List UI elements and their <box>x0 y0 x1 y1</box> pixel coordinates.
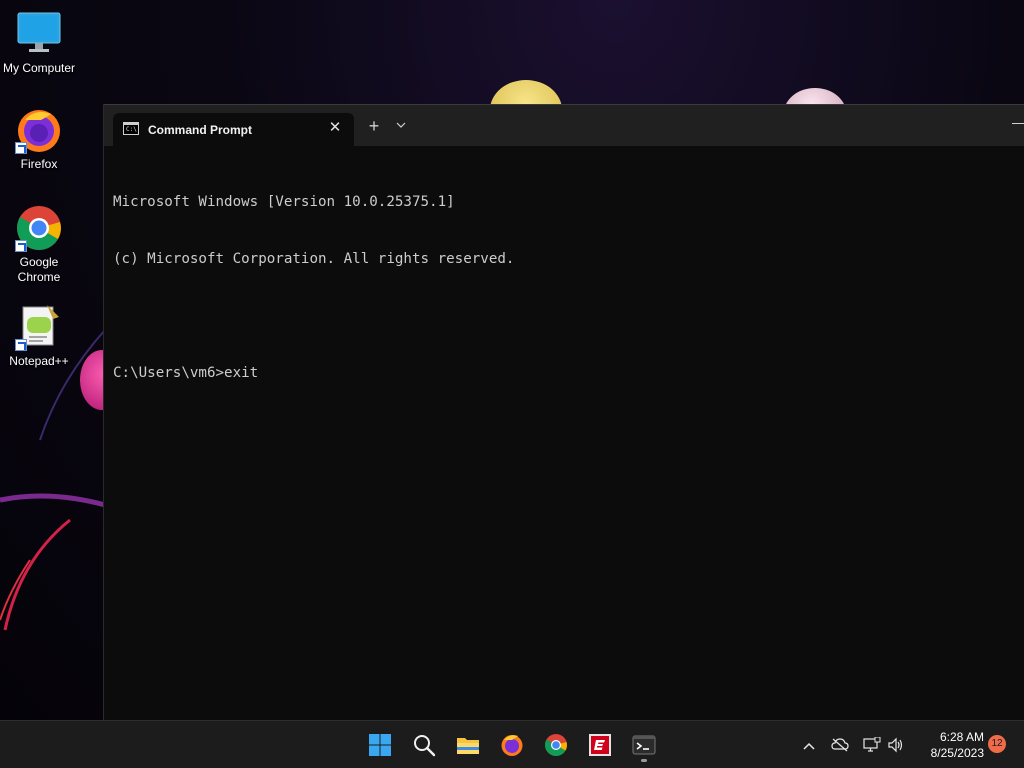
desktop-icon-label: My Computer <box>2 61 76 75</box>
desktop-icon-my-computer[interactable]: My Computer <box>0 10 78 76</box>
firefox-taskbar-button[interactable] <box>496 729 528 761</box>
desktop-icon-firefox[interactable]: Firefox <box>0 106 78 172</box>
firefox-icon <box>501 735 523 756</box>
notepad-plus-plus-icon <box>15 303 63 351</box>
show-hidden-icons-button[interactable] <box>799 735 819 755</box>
tab-dropdown-button[interactable] <box>394 119 408 133</box>
console-prompt-line: C:\Users\vm6>exit <box>113 365 259 381</box>
chrome-taskbar-button[interactable] <box>540 729 572 761</box>
close-tab-icon[interactable]: ✕ <box>326 119 344 137</box>
terminal-icon <box>632 735 656 755</box>
volume-icon[interactable] <box>886 735 906 755</box>
firefox-icon <box>15 106 63 154</box>
search-button[interactable] <box>408 729 440 761</box>
network-icon[interactable] <box>862 735 882 755</box>
windows-start-icon <box>369 734 391 756</box>
desktop-icon-google-chrome[interactable]: Google Chrome <box>0 204 78 285</box>
desktop-icon-notepad-plus-plus[interactable]: Notepad++ <box>0 303 78 369</box>
espn-icon <box>589 734 611 756</box>
terminal-titlebar[interactable]: C:\ Command Prompt ✕ + <box>104 105 1024 146</box>
minimize-button[interactable] <box>1012 123 1024 124</box>
terminal-window[interactable]: C:\ Command Prompt ✕ + Microsoft Windows… <box>103 104 1024 720</box>
file-explorer-button[interactable] <box>452 729 484 761</box>
taskbar: 6:28 AM 8/25/2023 <box>0 720 1024 768</box>
desktop-icon-label: Google Chrome <box>17 255 61 284</box>
notification-count-badge[interactable]: 12 <box>988 735 1006 753</box>
chevron-down-icon <box>396 122 406 128</box>
new-tab-button[interactable]: + <box>364 117 384 137</box>
chevron-up-icon <box>803 742 815 750</box>
start-button[interactable] <box>364 729 396 761</box>
console-output[interactable]: Microsoft Windows [Version 10.0.25375.1]… <box>104 146 1024 421</box>
clock[interactable]: 6:28 AM 8/25/2023 <box>914 729 984 761</box>
running-indicator <box>641 759 647 762</box>
shortcut-arrow-icon <box>15 339 27 351</box>
file-explorer-icon <box>457 738 479 754</box>
clock-date: 8/25/2023 <box>930 746 984 760</box>
chrome-icon <box>545 734 567 756</box>
desktop-icon-label: Notepad++ <box>9 354 69 368</box>
terminal-taskbar-button[interactable] <box>628 729 660 762</box>
onedrive-offline-icon[interactable] <box>830 735 850 755</box>
console-line: (c) Microsoft Corporation. All rights re… <box>113 251 515 267</box>
shortcut-arrow-icon <box>15 240 27 252</box>
tab-command-prompt[interactable]: C:\ Command Prompt ✕ <box>113 113 354 146</box>
desktop-icon-label: Firefox <box>20 157 58 171</box>
search-icon <box>414 735 436 757</box>
shortcut-arrow-icon <box>15 142 27 154</box>
espn-taskbar-button[interactable] <box>584 729 616 761</box>
clock-time: 6:28 AM <box>939 730 984 744</box>
tab-title: Command Prompt <box>148 123 253 137</box>
cmd-icon: C:\ <box>123 122 139 135</box>
monitor-icon <box>15 10 63 58</box>
console-line: Microsoft Windows [Version 10.0.25375.1] <box>113 194 455 210</box>
chrome-icon <box>15 204 63 252</box>
